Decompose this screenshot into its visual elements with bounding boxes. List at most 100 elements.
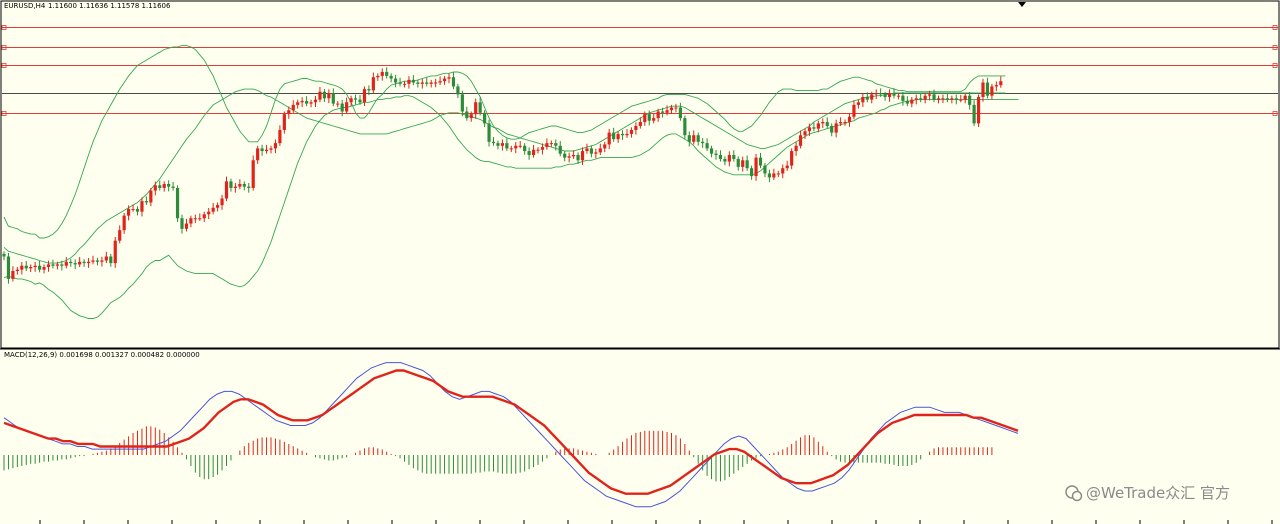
candle-body [46,264,51,268]
candle-body [870,94,874,100]
candle-body [950,98,954,100]
candle-body [207,211,211,215]
candle-body [483,112,487,124]
candle-body [776,173,780,175]
candle-body [625,133,629,136]
candle-body [554,143,558,146]
candle-body [607,132,611,145]
candle-body [763,165,767,174]
candle-body [233,186,237,188]
candle-body [340,103,344,112]
candle-body [598,148,602,153]
macd-label: MACD(12,26,9) 0.001698 0.001327 0.000482… [4,351,200,359]
watermark-text: @WeTrade众汇 官方 [1086,484,1230,502]
candle-body [95,260,100,262]
candle-body [549,143,553,145]
candle-body [149,190,153,203]
candle-body [6,256,11,279]
watermark: @WeTrade众汇 官方 [1065,484,1230,502]
candle-body [843,122,847,124]
candle-body [545,143,549,148]
candle-body [754,157,758,177]
candle-body [732,155,736,159]
candle-body [727,155,731,162]
candle-body [785,165,789,169]
candle-body [750,168,754,177]
candle-body [127,209,131,216]
candle-body [767,173,771,178]
candle-body [959,99,963,101]
candle-body [394,78,398,83]
candle-body [229,181,233,188]
candle-body [540,147,545,150]
candle-body [442,78,447,82]
candle-body [20,265,24,270]
candle-body [456,86,460,95]
candle-body [500,143,504,146]
candle-body [910,99,914,104]
candle-body [180,218,184,229]
chart-canvas[interactable]: EURUSD,H4 1.11600 1.11636 1.11578 1.1160… [0,0,1280,524]
candle-body [273,143,278,149]
candle-body [723,158,727,162]
candle-body [745,160,749,169]
candle-body [162,184,166,188]
candle-body [491,141,496,144]
candle-body [140,201,144,212]
candle-body [29,267,33,269]
candle-body [678,107,682,119]
candle-body [736,158,740,167]
candle-body [282,114,286,130]
candle-body [616,133,620,140]
candle-body [523,145,527,152]
candle-body [718,155,723,159]
candle-body [460,94,464,112]
candle-body [287,110,291,115]
candle-body [487,123,491,142]
candle-body [64,261,68,266]
candle-body [131,209,135,211]
candle-body [687,135,691,142]
candle-body [300,100,304,103]
candle-body [278,129,282,144]
candle-body [901,95,905,101]
candle-body [798,135,803,146]
candle-body [558,145,562,154]
candle-body [696,135,700,142]
candle-body [38,265,42,270]
candle-body [509,148,513,150]
candle-body [167,184,171,187]
candle-body [772,173,776,178]
candle-body [69,261,73,264]
candle-body [420,82,424,84]
candle-body [264,149,269,152]
candle-body [345,102,349,112]
candle-body [291,104,295,111]
candle-body [78,261,82,265]
candle-body [647,114,651,121]
candle-body [371,77,375,91]
candle-body [567,156,571,158]
candle-body [816,123,820,129]
candle-body [643,114,647,123]
candle-body [968,95,972,105]
candle-body [714,153,718,155]
candle-body [247,186,251,188]
candle-body [33,265,37,268]
candle-body [874,93,878,95]
candle-body [100,260,104,262]
candle-body [376,75,380,78]
candle-body [514,145,518,149]
candle-body [362,89,367,103]
candle-body [260,148,264,152]
candle-body [879,93,883,95]
candle-body [135,209,140,212]
candle-body [963,95,967,100]
candle-body [892,93,896,96]
candle-body [674,107,678,109]
candle-body [661,111,665,113]
ohlc-label: 1.11600 1.11636 1.11578 1.11606 [48,2,171,10]
candle-body [594,152,598,154]
candle-body [256,148,260,161]
candle-body [407,79,411,84]
